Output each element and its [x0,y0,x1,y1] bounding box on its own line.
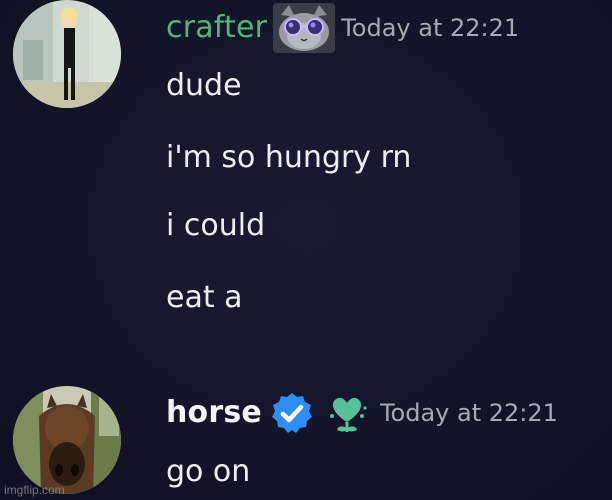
message-header-crafter: crafter Today at 22:21 [166,3,520,53]
avatar-crafter[interactable] [13,0,121,108]
timestamp-crafter: Today at 22:21 [341,14,520,42]
avatar-horse-image [13,386,121,494]
chat-screen: crafter Today at 22:21 dude i'm so hungr… [0,0,612,500]
message-group-crafter: crafter Today at 22:21 dude i'm so hungr… [0,0,612,380]
green-flower-heart-icon[interactable] [324,390,370,436]
message-line: go on [166,454,251,489]
avatar-horse[interactable] [13,386,121,494]
message-line: i'm so hungry rn [166,140,412,175]
cat-sunglasses-badge-icon[interactable] [273,3,336,53]
avatar-crafter-image [13,0,121,108]
watermark: imgflip.com [4,483,65,497]
message-line: i could [166,208,266,243]
timestamp-horse: Today at 22:21 [379,399,558,427]
verified-check-icon[interactable] [270,391,314,435]
message-line: eat a [166,280,243,315]
message-group-horse: horse Today at 22:21 go on [0,380,612,500]
username-crafter[interactable]: crafter [166,5,267,51]
username-horse[interactable]: horse [166,390,262,436]
message-line: dude [166,68,242,103]
message-header-horse: horse Today at 22:21 [166,390,558,436]
